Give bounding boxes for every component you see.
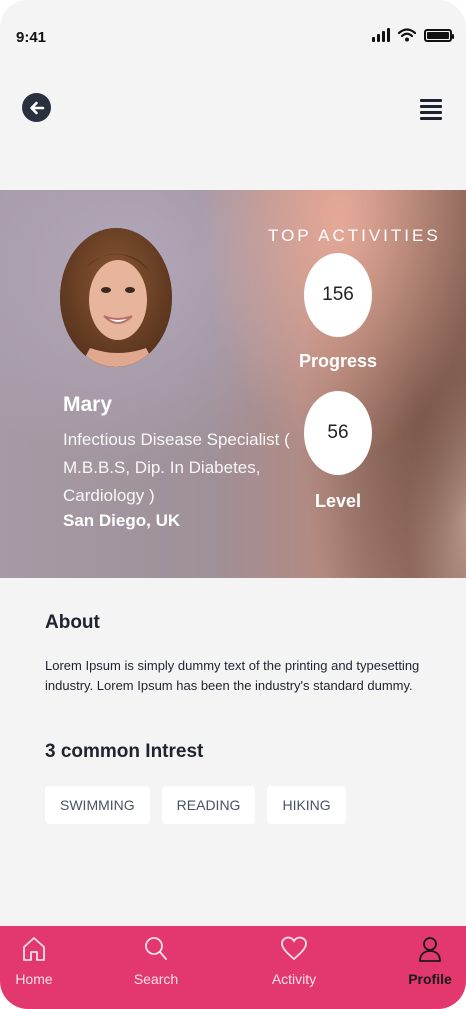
- level-value: 56: [304, 391, 372, 475]
- tab-activity-label: Activity: [271, 971, 317, 987]
- about-text: Lorem Ipsum is simply dummy text of the …: [45, 658, 420, 693]
- battery-icon: [424, 28, 454, 42]
- progress-value: 156: [304, 253, 372, 337]
- interest-chips: SWIMMING READING HIKING: [45, 786, 346, 824]
- wifi-icon: [398, 28, 416, 42]
- home-icon: [23, 937, 45, 961]
- back-button[interactable]: [22, 93, 51, 122]
- heart-icon: [281, 936, 307, 961]
- back-arrow-icon: [29, 101, 44, 114]
- interest-chip-swimming[interactable]: SWIMMING: [45, 786, 150, 824]
- level-label: Level: [314, 491, 362, 511]
- avatar[interactable]: [60, 228, 172, 367]
- interest-chip-hiking[interactable]: HIKING: [267, 786, 346, 824]
- about-title: About: [45, 612, 100, 633]
- progress-label: Progress: [298, 351, 378, 371]
- bottom-tab-bar: Home Search Activity Profile: [0, 926, 466, 1009]
- profile-location: San Diego, UK: [63, 511, 181, 530]
- tab-search-label: Search: [133, 971, 179, 987]
- tab-profile[interactable]: Profile: [390, 926, 466, 1009]
- profile-hero: Mary Infectious Disease Specialist ( M.B…: [0, 190, 466, 578]
- common-interests-title: 3 common Intrest: [45, 741, 204, 762]
- user-icon: [419, 937, 441, 962]
- status-time: 9:41: [16, 29, 47, 46]
- profile-name: Mary: [63, 393, 113, 416]
- tab-home[interactable]: Home: [0, 926, 74, 1009]
- search-icon: [145, 937, 167, 960]
- signal-icon: [372, 28, 390, 42]
- tab-home-label: Home: [15, 971, 53, 987]
- tab-search[interactable]: Search: [116, 926, 196, 1009]
- profile-specialty: Infectious Disease Specialist ( M.B.B.S,…: [63, 430, 290, 505]
- status-icons: [372, 28, 454, 42]
- phone-screen: 9:41 Mary Infectious Disease Specialist …: [0, 0, 466, 1009]
- tab-activity[interactable]: Activity: [254, 926, 334, 1009]
- tab-profile-label: Profile: [408, 971, 452, 987]
- interest-chip-reading[interactable]: READING: [161, 786, 256, 824]
- menu-icon[interactable]: [420, 99, 442, 120]
- top-activities-title: TOP ACTIVITIES: [268, 226, 441, 245]
